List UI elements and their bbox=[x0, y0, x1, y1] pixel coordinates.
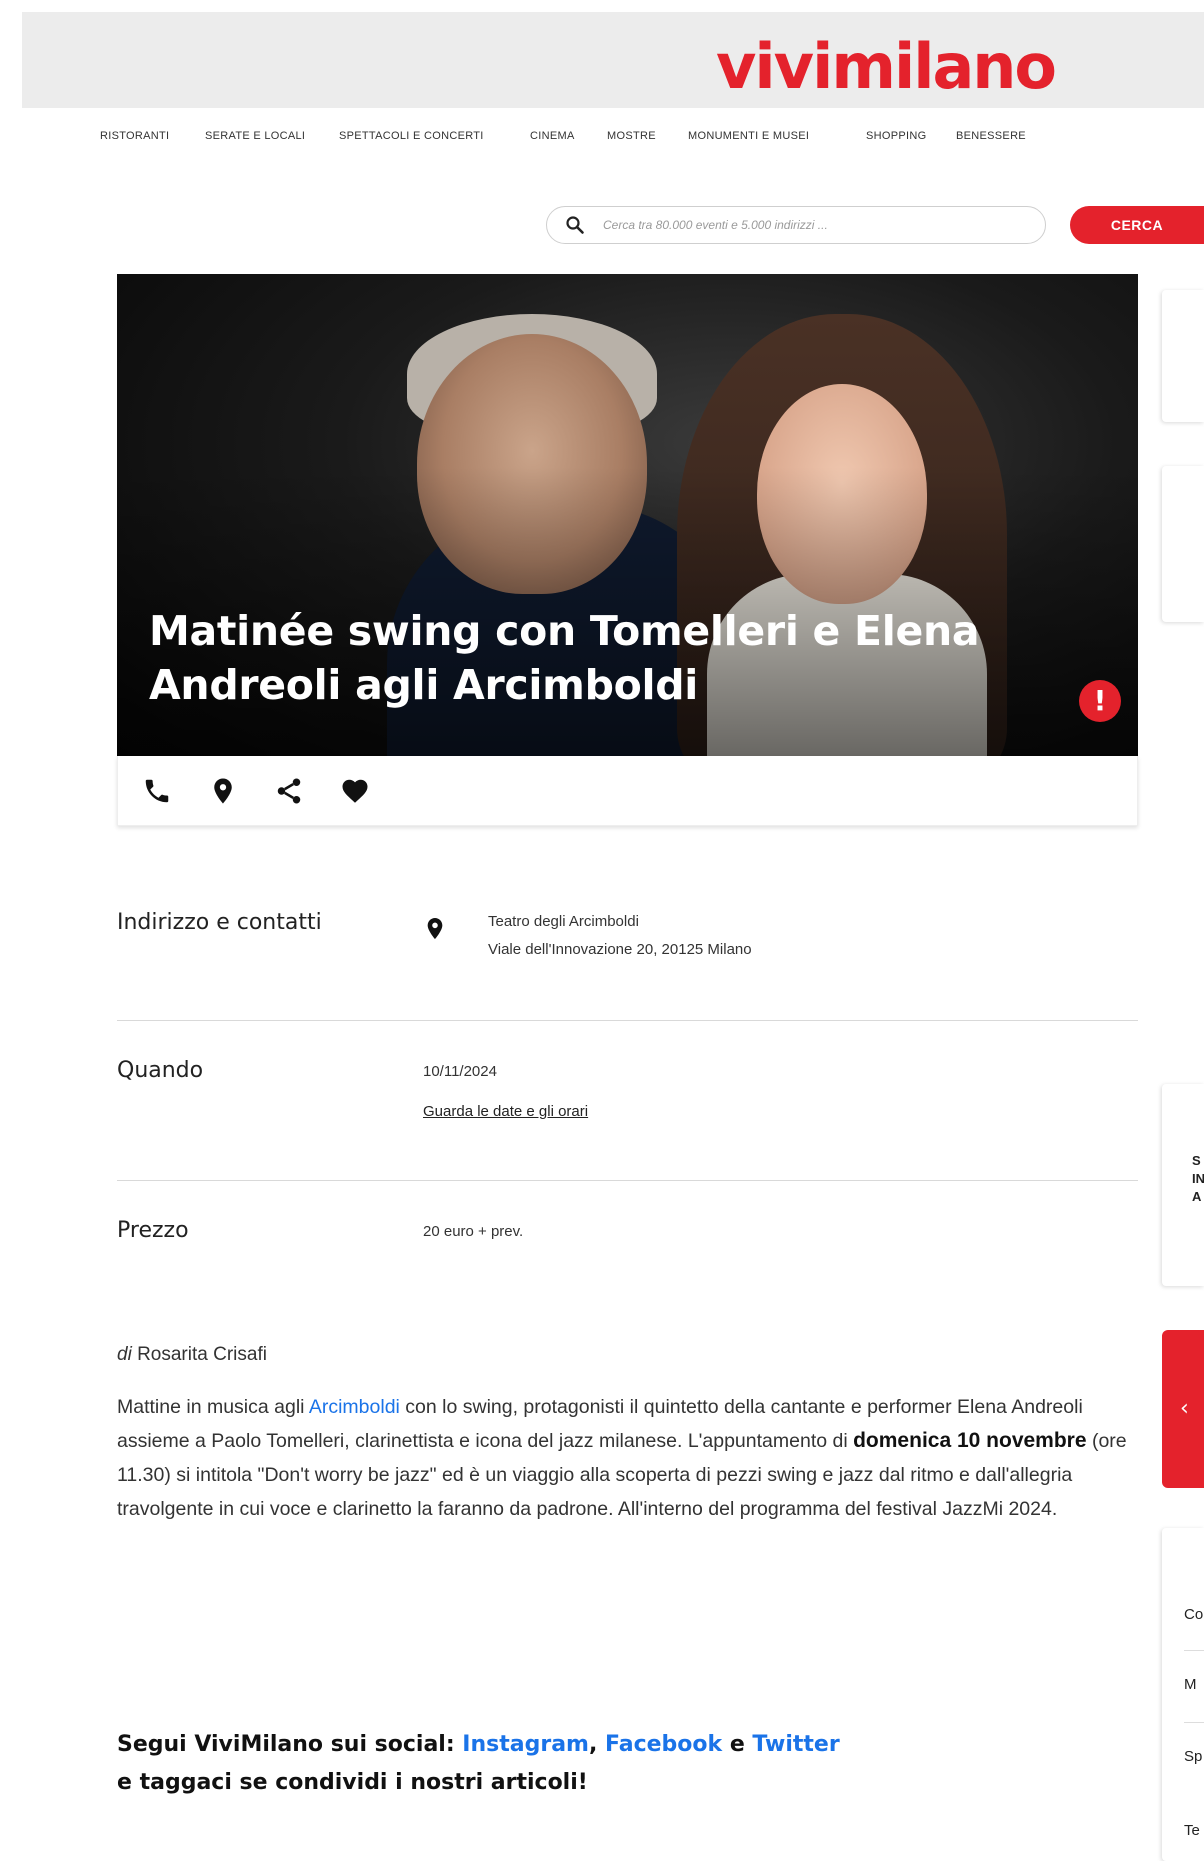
page-title: Matinée swing con Tomelleri e Elena Andr… bbox=[149, 607, 980, 709]
divider bbox=[117, 1180, 1138, 1181]
heart-icon[interactable] bbox=[340, 776, 370, 806]
when-label: Quando bbox=[117, 1058, 204, 1083]
sidebar-list-item[interactable]: Co bbox=[1184, 1606, 1204, 1623]
price-value: 20 euro + prev. bbox=[423, 1223, 524, 1240]
dates-link[interactable]: Guarda le date e gli orari bbox=[423, 1098, 588, 1126]
nav-item-monumenti-e-musei[interactable]: MONUMENTI E MUSEI bbox=[688, 130, 809, 142]
arcimboldi-link[interactable]: Arcimboldi bbox=[309, 1396, 400, 1418]
main-nav: RISTORANTI SERATE E LOCALI SPETTACOLI E … bbox=[0, 130, 1204, 156]
nav-item-benessere[interactable]: BENESSERE bbox=[956, 130, 1026, 142]
search-icon bbox=[566, 216, 584, 234]
sidebar-list-item[interactable]: Sp bbox=[1184, 1748, 1204, 1765]
sidebar-list-item[interactable]: M bbox=[1184, 1676, 1204, 1693]
author-name: Rosarita Crisafi bbox=[137, 1344, 267, 1365]
vivimilano-logo[interactable]: vivimilano bbox=[716, 36, 1057, 98]
phone-icon[interactable] bbox=[142, 776, 172, 806]
divider bbox=[117, 1020, 1138, 1021]
facebook-link[interactable]: Facebook bbox=[605, 1732, 722, 1757]
article-highlight: domenica 10 novembre bbox=[853, 1429, 1087, 1452]
article-body: Mattine in musica agli Arcimboldi con lo… bbox=[117, 1390, 1138, 1526]
nav-item-spettacoli-e-concerti[interactable]: SPETTACOLI E CONCERTI bbox=[339, 130, 484, 142]
event-date: 10/11/2024 bbox=[423, 1063, 497, 1080]
address-label: Indirizzo e contatti bbox=[117, 910, 322, 935]
sidebar-card-text: A bbox=[1192, 1189, 1202, 1204]
sidebar-card[interactable] bbox=[1162, 466, 1204, 622]
chevron-left-icon[interactable]: ‹ bbox=[1180, 1396, 1189, 1421]
sidebar-card-text: IN bbox=[1192, 1171, 1204, 1186]
nav-item-serate-e-locali[interactable]: SERATE E LOCALI bbox=[205, 130, 305, 142]
venue-address: Viale dell'Innovazione 20, 20125 Milano bbox=[488, 941, 752, 958]
map-pin-icon bbox=[427, 918, 443, 940]
divider bbox=[1184, 1722, 1204, 1723]
venue-name[interactable]: Teatro degli Arcimboldi bbox=[488, 908, 639, 936]
article-text: Mattine in musica agli bbox=[117, 1396, 309, 1418]
instagram-link[interactable]: Instagram bbox=[462, 1732, 589, 1757]
sidebar-card-text: S bbox=[1192, 1153, 1201, 1168]
sidebar-list-card bbox=[1162, 1528, 1204, 1861]
nav-item-mostre[interactable]: MOSTRE bbox=[607, 130, 656, 142]
divider bbox=[1184, 1650, 1204, 1651]
address-section: Indirizzo e contatti Teatro degli Arcimb… bbox=[117, 910, 1138, 990]
action-bar bbox=[117, 756, 1138, 826]
social-separator: , bbox=[588, 1732, 605, 1757]
social-tagline: e taggaci se condividi i nostri articoli… bbox=[117, 1770, 588, 1795]
price-section: Prezzo 20 euro + prev. bbox=[117, 1218, 1138, 1258]
nav-item-cinema[interactable]: CINEMA bbox=[530, 130, 575, 142]
author-byline: di Rosarita Crisafi bbox=[117, 1344, 267, 1366]
nav-item-shopping[interactable]: SHOPPING bbox=[866, 130, 926, 142]
top-banner: vivimilano bbox=[22, 12, 1204, 108]
nav-item-ristoranti[interactable]: RISTORANTI bbox=[100, 130, 169, 142]
search-box bbox=[546, 206, 1046, 244]
search-input[interactable] bbox=[603, 215, 1023, 235]
sidebar-list-item[interactable]: Te bbox=[1184, 1822, 1204, 1839]
author-prefix: di bbox=[117, 1344, 132, 1365]
social-lead: Segui ViviMilano sui social: bbox=[117, 1732, 463, 1757]
report-alert-icon[interactable]: ! bbox=[1079, 680, 1121, 722]
map-pin-icon[interactable] bbox=[208, 776, 238, 806]
hero-image: Matinée swing con Tomelleri e Elena Andr… bbox=[117, 274, 1138, 756]
sidebar-red-card[interactable]: ‹ bbox=[1162, 1330, 1204, 1488]
twitter-link[interactable]: Twitter bbox=[752, 1732, 839, 1757]
when-section: Quando 10/11/2024 Guarda le date e gli o… bbox=[117, 1058, 1138, 1138]
social-separator: e bbox=[722, 1732, 753, 1757]
share-icon[interactable] bbox=[274, 776, 304, 806]
social-follow: Segui ViviMilano sui social: Instagram, … bbox=[117, 1726, 1017, 1802]
search-button[interactable]: CERCA bbox=[1070, 206, 1204, 244]
sidebar-card[interactable] bbox=[1162, 290, 1204, 422]
price-label: Prezzo bbox=[117, 1218, 189, 1243]
